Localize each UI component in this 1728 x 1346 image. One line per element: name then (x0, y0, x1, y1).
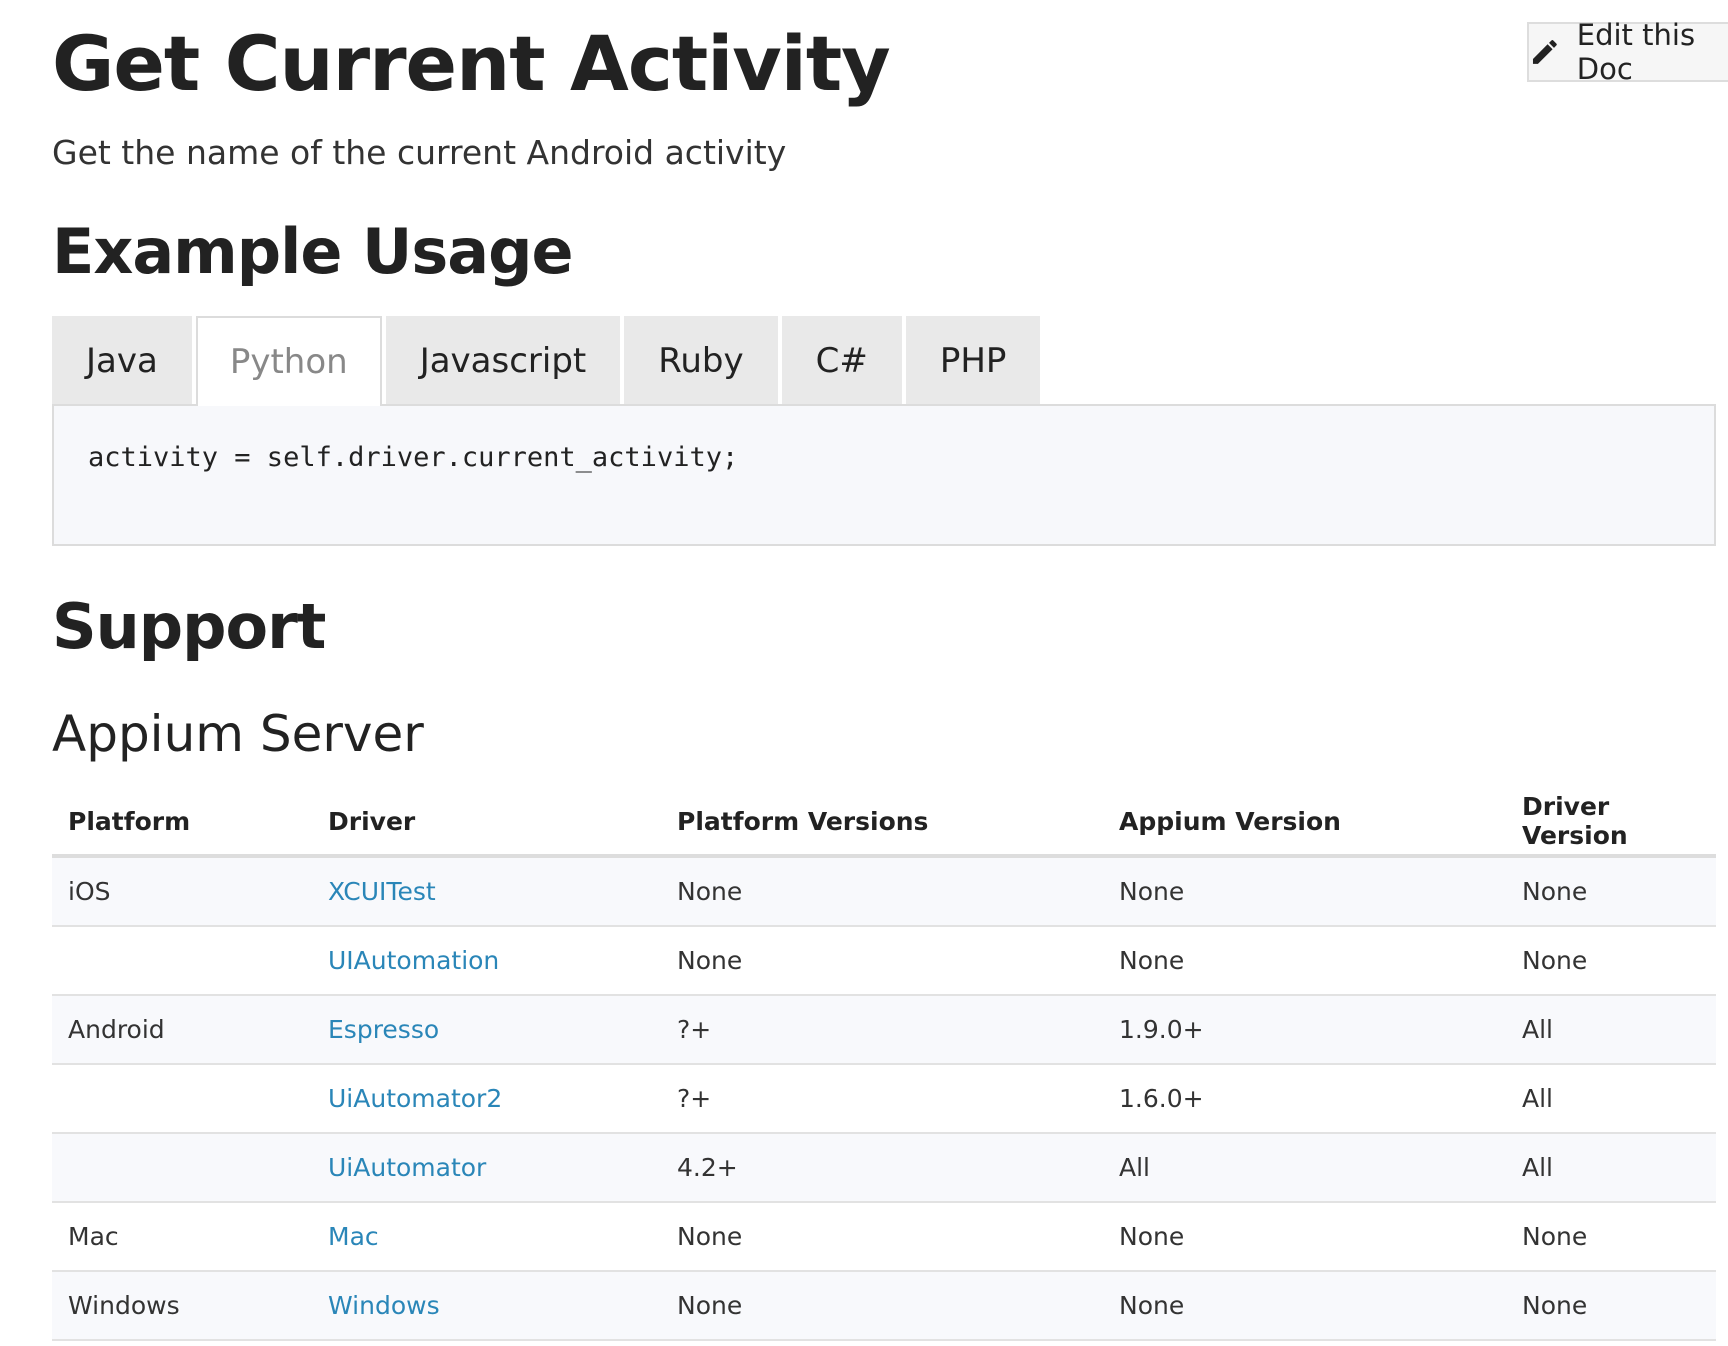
platform-cell: iOS (52, 856, 312, 927)
column-header-platform-versions: Platform Versions (661, 788, 1103, 858)
driver-link[interactable]: Windows (328, 1291, 440, 1320)
support-heading: Support (52, 590, 326, 663)
platform-cell: Mac (52, 1202, 312, 1272)
platform-cell (52, 1064, 312, 1134)
platform-cell: Android (52, 995, 312, 1065)
driver-link[interactable]: Mac (328, 1222, 379, 1251)
column-header-appium-version: Appium Version (1103, 788, 1506, 858)
table-row: Windows Windows None None None (52, 1271, 1716, 1341)
pencil-icon (1532, 40, 1557, 64)
driver-version-cell: None (1506, 1202, 1716, 1272)
driver-version-cell: None (1506, 856, 1716, 927)
language-tabs: Java Python Javascript Ruby C# PHP (52, 316, 1041, 406)
driver-version-cell: All (1506, 1064, 1716, 1134)
driver-link[interactable]: UiAutomator2 (328, 1084, 502, 1113)
driver-link[interactable]: UIAutomation (328, 946, 499, 975)
support-table: Platform Driver Platform Versions Appium… (52, 788, 1716, 1341)
page-subtitle: Get the name of the current Android acti… (52, 133, 787, 172)
column-header-driver: Driver (312, 788, 661, 858)
tab-ruby[interactable]: Ruby (624, 316, 778, 404)
appium-version-cell: None (1103, 1271, 1506, 1341)
tab-php[interactable]: PHP (905, 316, 1041, 404)
tab-java[interactable]: Java (52, 316, 192, 404)
appium-version-cell: 1.9.0+ (1103, 995, 1506, 1065)
edit-doc-button[interactable]: Edit this Doc (1527, 18, 1728, 86)
platform-versions-cell: None (661, 856, 1103, 927)
platform-cell: Windows (52, 1271, 312, 1341)
appium-version-cell: None (1103, 856, 1506, 927)
appium-version-cell: None (1103, 926, 1506, 996)
platform-versions-cell: 4.2+ (661, 1133, 1103, 1203)
driver-version-cell: None (1506, 926, 1716, 996)
appium-version-cell: 1.6.0+ (1103, 1064, 1506, 1134)
appium-version-cell: None (1103, 1202, 1506, 1272)
tab-python[interactable]: Python (195, 316, 382, 406)
driver-link[interactable]: Espresso (328, 1015, 439, 1044)
column-header-platform: Platform (52, 788, 312, 858)
column-header-driver-version: Driver Version (1506, 788, 1716, 858)
driver-link[interactable]: UiAutomator (328, 1153, 486, 1182)
appium-version-cell: All (1103, 1133, 1506, 1203)
table-header-row: Platform Driver Platform Versions Appium… (52, 788, 1716, 858)
table-row: iOS XCUITest None None None (52, 856, 1716, 927)
platform-versions-cell: ?+ (661, 1064, 1103, 1134)
driver-version-cell: All (1506, 1133, 1716, 1203)
example-usage-heading: Example Usage (52, 215, 574, 288)
platform-cell (52, 1133, 312, 1203)
platform-versions-cell: None (661, 1271, 1103, 1341)
driver-link[interactable]: XCUITest (328, 877, 436, 906)
tab-javascript[interactable]: Javascript (385, 316, 621, 404)
tab-csharp[interactable]: C# (781, 316, 902, 404)
table-row: UIAutomation None None None (52, 926, 1716, 996)
edit-doc-label: Edit this Doc (1576, 18, 1696, 86)
code-snippet: activity = self.driver.current_activity; (52, 404, 1716, 546)
platform-cell (52, 926, 312, 996)
table-row: UiAutomator2 ?+ 1.6.0+ All (52, 1064, 1716, 1134)
table-row: UiAutomator 4.2+ All All (52, 1133, 1716, 1203)
platform-versions-cell: None (661, 1202, 1103, 1272)
platform-versions-cell: ?+ (661, 995, 1103, 1065)
driver-version-cell: All (1506, 995, 1716, 1065)
table-row: Android Espresso ?+ 1.9.0+ All (52, 995, 1716, 1065)
platform-versions-cell: None (661, 926, 1103, 996)
table-row: Mac Mac None None None (52, 1202, 1716, 1272)
page-title: Get Current Activity (52, 19, 891, 108)
driver-version-cell: None (1506, 1271, 1716, 1341)
appium-server-heading: Appium Server (52, 705, 424, 763)
